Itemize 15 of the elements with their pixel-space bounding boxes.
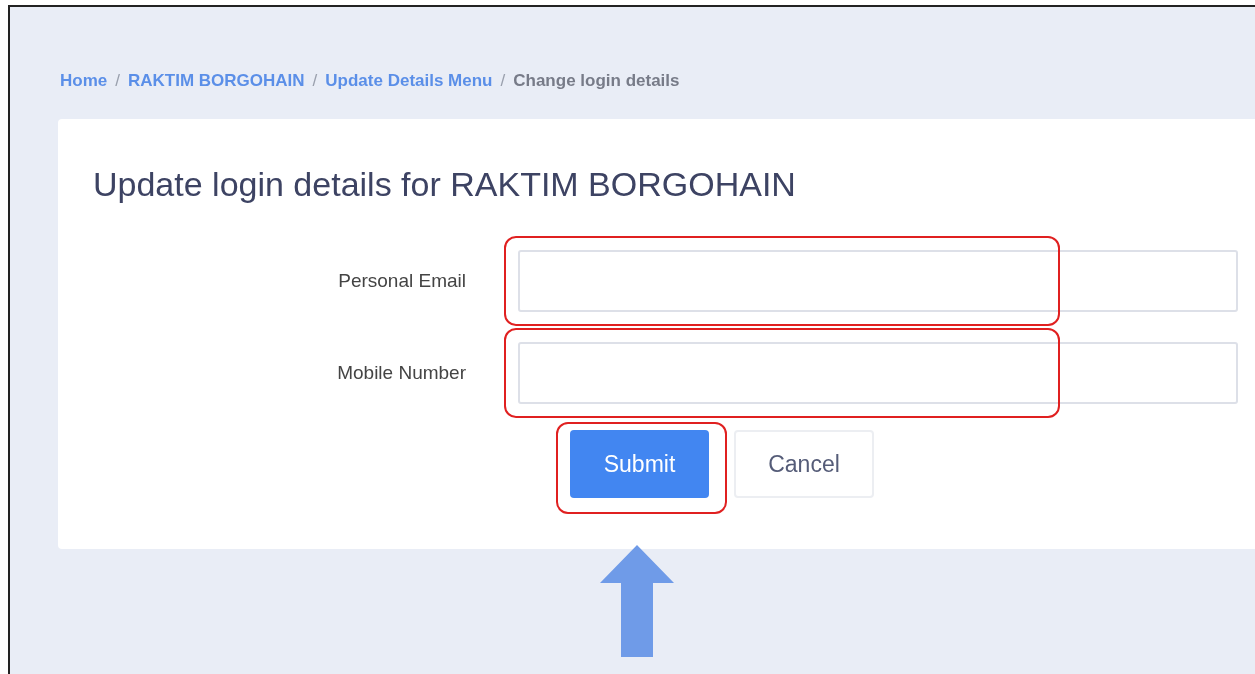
form-title: Update login details for RAKTIM BORGOHAIN xyxy=(93,165,797,204)
cancel-button[interactable]: Cancel xyxy=(734,430,874,498)
submit-button[interactable]: Submit xyxy=(570,430,709,498)
breadcrumb-separator: / xyxy=(500,71,506,91)
up-arrow-icon xyxy=(600,545,674,657)
breadcrumb-link[interactable]: Update Details Menu xyxy=(325,71,493,91)
breadcrumb-separator: / xyxy=(115,71,120,91)
breadcrumb-current: Change login details xyxy=(513,71,680,91)
field-label: Mobile Number xyxy=(336,362,467,384)
breadcrumb-link[interactable]: RAKTIM BORGOHAIN xyxy=(127,71,305,91)
breadcrumb-link[interactable]: Home xyxy=(60,71,108,91)
breadcrumb-separator: / xyxy=(312,71,318,91)
input-field[interactable] xyxy=(518,250,1238,312)
input-field[interactable] xyxy=(518,342,1238,404)
field-label: Personal Email xyxy=(337,270,467,292)
